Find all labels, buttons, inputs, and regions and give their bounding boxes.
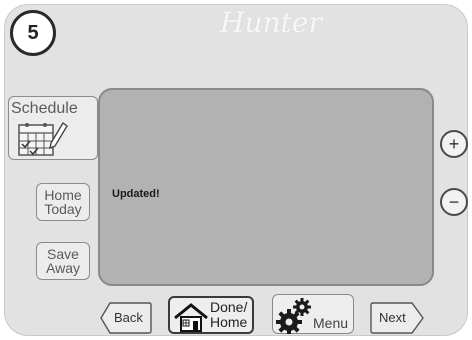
done-home-button[interactable]: Done/ Home xyxy=(168,296,254,334)
brand-logo: Hunter xyxy=(220,6,322,39)
display-screen: Updated! xyxy=(98,88,434,286)
save-away-button[interactable]: Save Away xyxy=(36,242,90,280)
gear-icon xyxy=(276,298,311,334)
temperature-down-button[interactable]: − xyxy=(440,188,468,216)
home-today-line1: Home xyxy=(44,187,82,203)
home-today-button[interactable]: Home Today xyxy=(36,183,90,221)
schedule-button[interactable]: Schedule xyxy=(8,96,98,160)
plus-label: + xyxy=(448,133,460,154)
calendar-icon xyxy=(18,121,68,156)
step-number: 5 xyxy=(27,21,39,44)
next-label: Next xyxy=(379,310,406,325)
house-icon xyxy=(174,303,208,332)
status-message: Updated! xyxy=(112,188,160,200)
done-home-line2: Home xyxy=(210,314,248,330)
temperature-up-button[interactable]: + xyxy=(440,130,468,158)
save-away-line1: Save xyxy=(47,246,79,262)
menu-button[interactable]: Menu xyxy=(272,294,354,334)
menu-label: Menu xyxy=(313,315,349,331)
minus-label: − xyxy=(448,191,460,212)
schedule-label: Schedule xyxy=(11,100,78,117)
step-number-badge: 5 xyxy=(10,10,56,56)
home-today-line2: Today xyxy=(44,201,82,217)
back-label: Back xyxy=(114,310,143,325)
save-away-line2: Away xyxy=(46,260,80,276)
done-home-line1: Done/ xyxy=(210,299,248,315)
